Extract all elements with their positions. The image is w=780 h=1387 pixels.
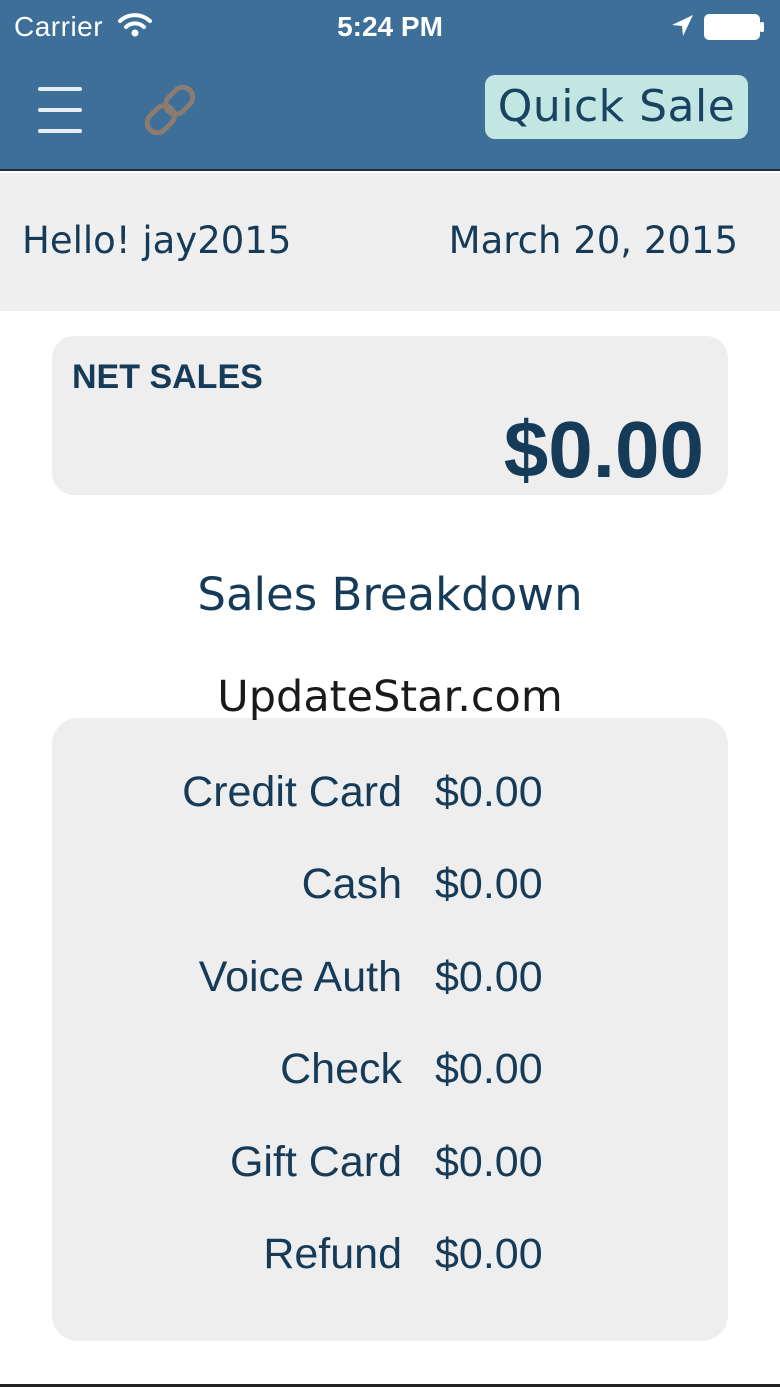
breakdown-row-voice-auth: Voice Auth $0.00: [52, 953, 728, 1013]
breakdown-value: $0.00: [435, 768, 543, 816]
breakdown-value: $0.00: [435, 1045, 543, 1093]
breakdown-value: $0.00: [435, 1230, 543, 1278]
breakdown-label: Voice Auth: [198, 953, 402, 1001]
location-arrow-icon: [672, 15, 693, 36]
battery-icon: [704, 14, 764, 40]
breakdown-row-gift-card: Gift Card $0.00: [52, 1138, 728, 1198]
watermark: UpdateStar.com: [217, 672, 563, 722]
quick-sale-button[interactable]: Quick Sale: [485, 75, 748, 139]
breakdown-value: $0.00: [435, 1138, 543, 1186]
current-date: March 20, 2015: [448, 219, 738, 262]
breakdown-value: $0.00: [435, 860, 543, 908]
net-sales-label: NET SALES: [72, 358, 263, 396]
net-sales-card: NET SALES $0.00: [52, 336, 728, 495]
greeting-text: Hello! jay2015: [22, 219, 292, 262]
breakdown-label: Check: [280, 1045, 402, 1093]
breakdown-label: Refund: [263, 1230, 402, 1278]
hamburger-menu-icon[interactable]: [36, 84, 84, 136]
sales-breakdown-card: Credit Card $0.00 Cash $0.00 Voice Auth …: [52, 718, 728, 1341]
breakdown-label: Cash: [301, 860, 402, 908]
breakdown-row-refund: Refund $0.00: [52, 1230, 728, 1290]
breakdown-value: $0.00: [435, 953, 543, 1001]
status-bar: Carrier 5:24 PM: [0, 0, 780, 56]
net-sales-value: $0.00: [503, 405, 704, 494]
app-screen: Carrier 5:24 PM Quick Sale Hello! jay201…: [0, 0, 780, 1387]
breakdown-label: Gift Card: [229, 1138, 402, 1186]
link-chain-icon[interactable]: [138, 80, 202, 140]
status-time: 5:24 PM: [337, 11, 443, 42]
greeting-band: Hello! jay2015 March 20, 2015: [0, 173, 780, 311]
breakdown-row-cash: Cash $0.00: [52, 860, 728, 920]
breakdown-row-credit-card: Credit Card $0.00: [52, 768, 728, 828]
sales-breakdown-title: Sales Breakdown: [197, 568, 583, 621]
top-bar: Carrier 5:24 PM Quick Sale: [0, 0, 780, 171]
breakdown-label: Credit Card: [182, 768, 402, 816]
breakdown-row-check: Check $0.00: [52, 1045, 728, 1105]
